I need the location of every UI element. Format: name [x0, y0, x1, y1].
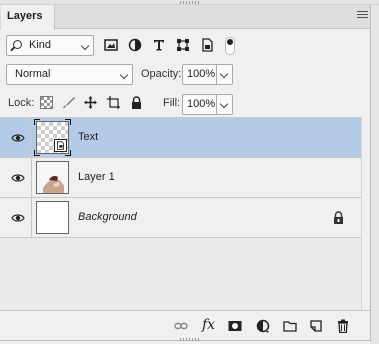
filter-toggle-switch[interactable]	[225, 37, 235, 55]
panel-tab-bar: Layers	[0, 5, 370, 30]
search-icon	[13, 40, 22, 49]
new-layer-icon[interactable]	[309, 319, 323, 333]
image-filter-icon[interactable]	[104, 38, 118, 52]
layer-name: Text	[78, 131, 99, 143]
panel-dock-edge	[371, 5, 379, 344]
layer-name: Layer 1	[78, 171, 115, 183]
layers-list: Text Layer 1 Background	[0, 117, 361, 310]
layer-row-layer-1[interactable]: Layer 1	[0, 158, 361, 198]
eye-icon[interactable]	[11, 212, 25, 224]
visibility-column-divider	[31, 118, 32, 158]
add-mask-icon[interactable]	[228, 319, 242, 333]
lock-artboard-icon[interactable]	[107, 96, 120, 109]
lock-icon[interactable]	[333, 211, 344, 224]
panel-bottom-grip[interactable]	[180, 338, 200, 341]
type-filter-icon[interactable]	[152, 38, 166, 52]
blend-mode-select[interactable]: Normal	[6, 64, 133, 85]
layers-footer: fx	[0, 310, 370, 340]
lock-transparent-pixels-icon[interactable]	[40, 96, 53, 109]
layer-row-text[interactable]: Text	[0, 118, 361, 158]
layer-thumbnail	[36, 161, 69, 194]
chevron-down-icon	[80, 41, 90, 51]
layer-thumbnail	[36, 201, 69, 234]
link-layers-icon[interactable]	[174, 319, 188, 333]
opacity-label: Opacity:	[141, 68, 182, 80]
eye-icon[interactable]	[11, 172, 25, 184]
adjustment-filter-icon[interactable]	[128, 38, 142, 52]
filter-row: Kind	[0, 35, 370, 57]
photo-thumbnail-image	[37, 162, 68, 193]
blend-row: Normal Opacity: 100%	[0, 64, 370, 86]
tab-layers[interactable]: Layers	[1, 5, 55, 30]
blend-mode-value: Normal	[15, 68, 51, 80]
fill-input[interactable]: 100%	[182, 94, 217, 115]
opacity-dropdown[interactable]	[217, 64, 233, 85]
chevron-down-icon	[119, 70, 129, 80]
new-adjustment-layer-icon[interactable]	[256, 319, 270, 333]
visibility-column-divider	[31, 198, 32, 238]
fx-icon[interactable]: fx	[202, 317, 215, 333]
filter-kind-select[interactable]: Kind	[6, 35, 94, 56]
delete-layer-icon[interactable]	[336, 319, 350, 333]
layers-panel: Layers Kind Normal Opacity: 100% Lock: F…	[0, 5, 371, 341]
layers-scrollbar[interactable]	[361, 117, 370, 310]
fill-dropdown[interactable]	[217, 94, 233, 115]
lock-row: Lock: Fill: 100%	[0, 92, 370, 116]
lock-label: Lock:	[8, 97, 35, 109]
lock-position-icon[interactable]	[84, 96, 97, 109]
panel-menu-icon[interactable]	[357, 11, 368, 20]
lock-all-icon[interactable]	[130, 96, 143, 109]
new-group-icon[interactable]	[283, 319, 297, 333]
visibility-column-divider	[31, 158, 32, 198]
filter-kind-label: Kind	[29, 39, 52, 51]
layer-row-background[interactable]: Background	[0, 198, 361, 238]
opacity-input[interactable]: 100%	[182, 64, 217, 85]
fill-label: Fill:	[163, 97, 181, 109]
layer-name: Background	[78, 211, 137, 223]
smart-object-badge-icon	[54, 139, 67, 152]
shape-filter-icon[interactable]	[176, 38, 190, 52]
eye-icon[interactable]	[11, 132, 25, 144]
lock-image-pixels-icon[interactable]	[62, 96, 75, 109]
smart-object-filter-icon[interactable]	[200, 38, 214, 52]
